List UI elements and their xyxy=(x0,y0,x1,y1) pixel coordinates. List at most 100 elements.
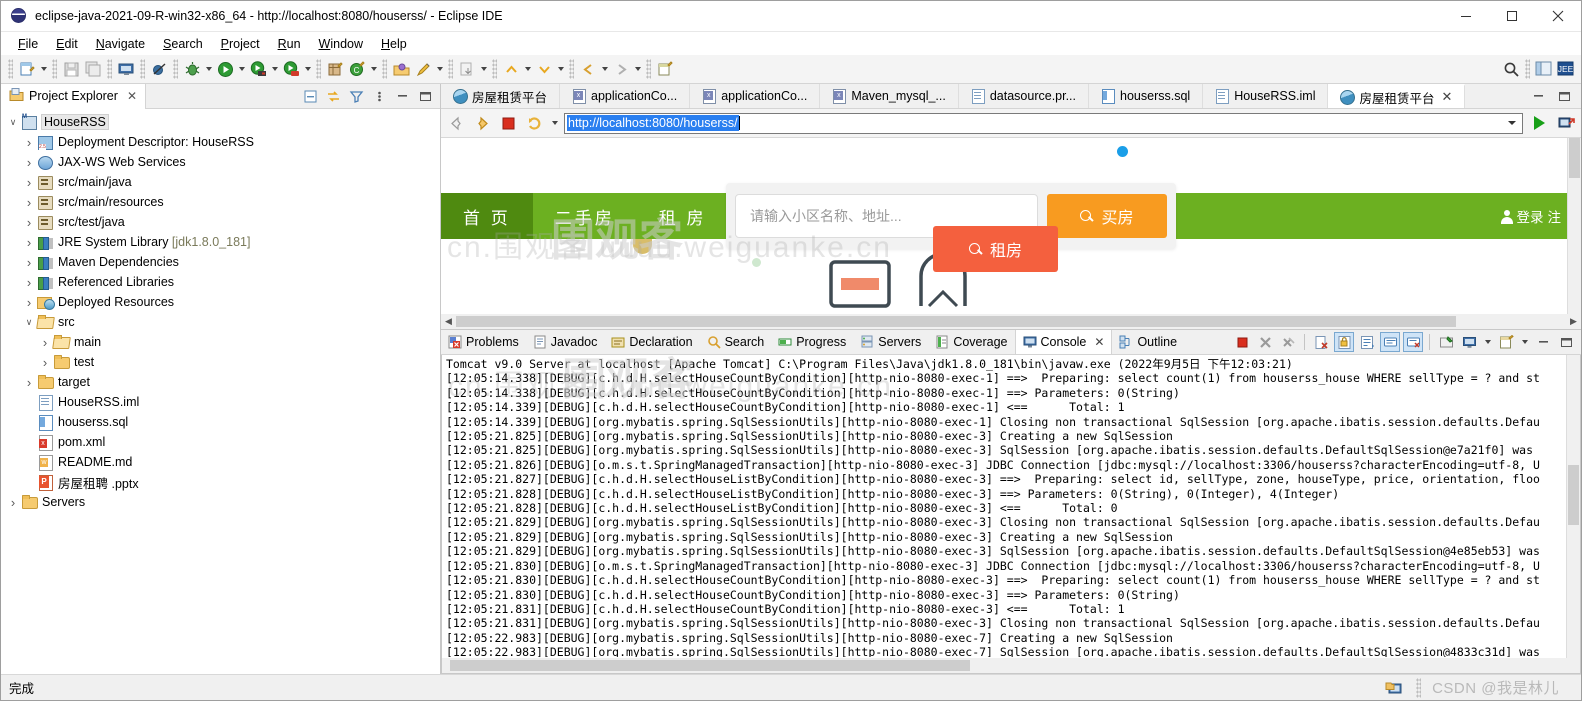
back-icon[interactable] xyxy=(577,58,599,80)
tree-item[interactable]: › src/main/resources xyxy=(1,192,440,212)
chevron-right-icon[interactable]: › xyxy=(21,152,37,172)
new-wizard-dropdown[interactable] xyxy=(38,58,49,80)
minimize-icon[interactable] xyxy=(1533,332,1553,352)
menu-run[interactable]: Run xyxy=(269,35,310,53)
refresh-icon[interactable] xyxy=(523,112,545,134)
console-vertical-scrollbar[interactable] xyxy=(1566,355,1580,658)
open-external-browser-icon[interactable] xyxy=(1555,112,1577,134)
export-icon[interactable] xyxy=(456,58,478,80)
link-with-editor-icon[interactable] xyxy=(323,86,343,106)
prev-annotation-icon[interactable] xyxy=(500,58,522,80)
webview-vertical-scrollbar[interactable] xyxy=(1567,138,1581,329)
show-console-on-error-icon[interactable] xyxy=(1403,332,1423,352)
toolbar-grip[interactable] xyxy=(448,59,453,79)
tree-item[interactable]: › Referenced Libraries xyxy=(1,272,440,292)
editor-tab[interactable]: applicationCo... xyxy=(560,84,691,108)
console-tab[interactable]: Progress xyxy=(771,330,853,354)
console-horizontal-scrollbar[interactable] xyxy=(442,658,1580,673)
console-tab[interactable]: Coverage xyxy=(928,330,1014,354)
editor-tab[interactable]: 房屋租赁平台 ✕ xyxy=(1328,84,1466,108)
new-java-class-dropdown[interactable] xyxy=(368,58,379,80)
annotate-icon[interactable] xyxy=(412,58,434,80)
minimize-icon[interactable] xyxy=(392,86,412,106)
console-tab[interactable]: Servers xyxy=(853,330,928,354)
tree-item[interactable]: › Maven Dependencies xyxy=(1,252,440,272)
debug-icon[interactable] xyxy=(181,58,203,80)
tree-item[interactable]: › JAX-WS Web Services xyxy=(1,152,440,172)
close-icon[interactable]: ✕ xyxy=(1094,335,1104,349)
menu-search[interactable]: Search xyxy=(154,35,212,53)
chevron-right-icon[interactable]: › xyxy=(21,252,37,272)
display-selected-console-icon[interactable] xyxy=(1459,332,1479,352)
menu-navigate[interactable]: Navigate xyxy=(87,35,154,53)
console-tab[interactable]: Console ✕ xyxy=(1014,330,1113,354)
close-icon[interactable]: ✕ xyxy=(1442,89,1453,105)
tree-item[interactable]: README.md xyxy=(1,452,440,472)
maximize-icon[interactable] xyxy=(1553,85,1575,107)
back-dropdown[interactable] xyxy=(599,58,610,80)
site-nav-item[interactable]: 二手房 xyxy=(533,193,637,239)
scroll-lock-icon[interactable] xyxy=(1334,332,1354,352)
editor-tab[interactable]: datasource.pr... xyxy=(958,84,1090,108)
chevron-right-icon[interactable]: › xyxy=(21,272,37,292)
tree-item[interactable]: houserss.sql xyxy=(1,412,440,432)
toolbar-grip[interactable] xyxy=(492,59,497,79)
editor-tab[interactable]: Maven_mysql_... xyxy=(820,84,959,108)
run-server-icon[interactable] xyxy=(247,58,269,80)
forward-dropdown[interactable] xyxy=(632,58,643,80)
clear-console-icon[interactable] xyxy=(1311,332,1331,352)
scroll-right-icon[interactable]: ▶ xyxy=(1566,314,1581,329)
editor-tab[interactable]: 房屋租赁平台 xyxy=(441,84,561,108)
toolbar-grip[interactable] xyxy=(1525,59,1530,79)
toolbar-grip[interactable] xyxy=(382,59,387,79)
webview-horizontal-scrollbar[interactable]: ◀ ▶ xyxy=(441,314,1581,329)
show-console-on-output-icon[interactable] xyxy=(1380,332,1400,352)
java-ee-perspective-icon[interactable]: JEE xyxy=(1555,58,1577,80)
editor-tab[interactable]: houserss.sql xyxy=(1089,84,1204,108)
tree-item[interactable]: › JRE System Library [jdk1.8.0_181] xyxy=(1,232,440,252)
remove-all-terminated-icon[interactable] xyxy=(1278,332,1298,352)
maximize-icon[interactable] xyxy=(415,86,435,106)
scroll-left-icon[interactable]: ◀ xyxy=(441,314,456,329)
toolbar-grip[interactable] xyxy=(316,59,321,79)
forward-icon[interactable] xyxy=(610,58,632,80)
menu-project[interactable]: Project xyxy=(212,35,269,53)
chevron-right-icon[interactable]: › xyxy=(21,172,37,192)
go-icon[interactable] xyxy=(1527,112,1551,134)
open-type-icon[interactable] xyxy=(390,58,412,80)
annotate-dropdown[interactable] xyxy=(434,58,445,80)
toolbar-grip[interactable] xyxy=(173,59,178,79)
search-icon[interactable] xyxy=(1500,58,1522,80)
menu-file[interactable]: File xyxy=(9,35,47,53)
chevron-down-icon[interactable] xyxy=(1482,331,1493,353)
new-wizard-icon[interactable] xyxy=(16,58,38,80)
chevron-right-icon[interactable]: › xyxy=(5,492,21,512)
run-server-dropdown[interactable] xyxy=(269,58,280,80)
chevron-down-icon[interactable] xyxy=(549,112,560,134)
toolbar-grip[interactable] xyxy=(569,59,574,79)
tree-item[interactable]: ∨ src xyxy=(1,312,440,332)
maximize-button[interactable] xyxy=(1489,1,1535,32)
status-grip[interactable] xyxy=(1416,677,1422,698)
pin-console-icon[interactable] xyxy=(1436,332,1456,352)
tree-item[interactable]: › Servers xyxy=(1,492,440,512)
toolbar-grip[interactable] xyxy=(52,59,57,79)
export-dropdown[interactable] xyxy=(478,58,489,80)
next-annotation-icon[interactable] xyxy=(533,58,555,80)
editor-tab[interactable]: HouseRSS.iml xyxy=(1203,84,1329,108)
login-link[interactable]: 登录 xyxy=(1517,206,1544,226)
chevron-right-icon[interactable]: › xyxy=(21,192,37,212)
chevron-right-icon[interactable]: › xyxy=(21,372,37,392)
tree-item[interactable]: pom.xml xyxy=(1,432,440,452)
tree-item[interactable]: HouseRSS.iml xyxy=(1,392,440,412)
maximize-icon[interactable] xyxy=(1556,332,1576,352)
console-tab[interactable]: Declaration xyxy=(604,330,699,354)
chevron-right-icon[interactable]: › xyxy=(37,352,53,372)
next-annotation-dropdown[interactable] xyxy=(555,58,566,80)
run-icon[interactable] xyxy=(214,58,236,80)
editor-tab[interactable]: applicationCo... xyxy=(690,84,821,108)
workspace-icon[interactable] xyxy=(1383,677,1405,699)
save-all-icon[interactable] xyxy=(82,58,104,80)
new-java-package-icon[interactable] xyxy=(324,58,346,80)
toolbar-grip[interactable] xyxy=(140,59,145,79)
